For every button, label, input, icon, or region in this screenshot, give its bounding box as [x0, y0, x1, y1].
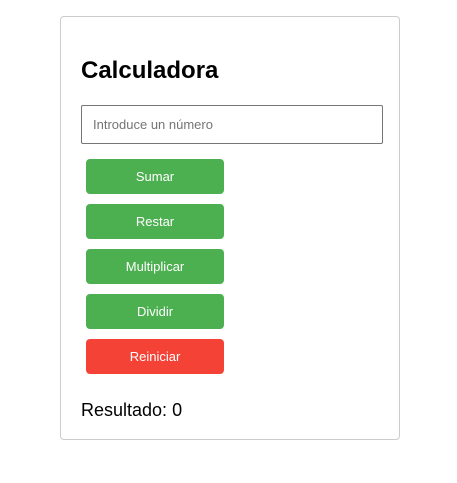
multiply-button[interactable]: Multiplicar	[86, 249, 224, 284]
result-display: Resultado: 0	[81, 399, 182, 421]
divide-button[interactable]: Dividir	[86, 294, 224, 329]
result-value: 0	[172, 400, 183, 420]
subtract-button[interactable]: Restar	[86, 204, 224, 239]
reset-button[interactable]: Reiniciar	[86, 339, 224, 374]
add-button[interactable]: Sumar	[86, 159, 224, 194]
number-input[interactable]	[81, 105, 383, 144]
result-label: Resultado:	[81, 400, 168, 420]
page-title: Calculadora	[81, 57, 219, 84]
calculator-card: Calculadora Sumar Restar Multiplicar Div…	[60, 16, 400, 440]
